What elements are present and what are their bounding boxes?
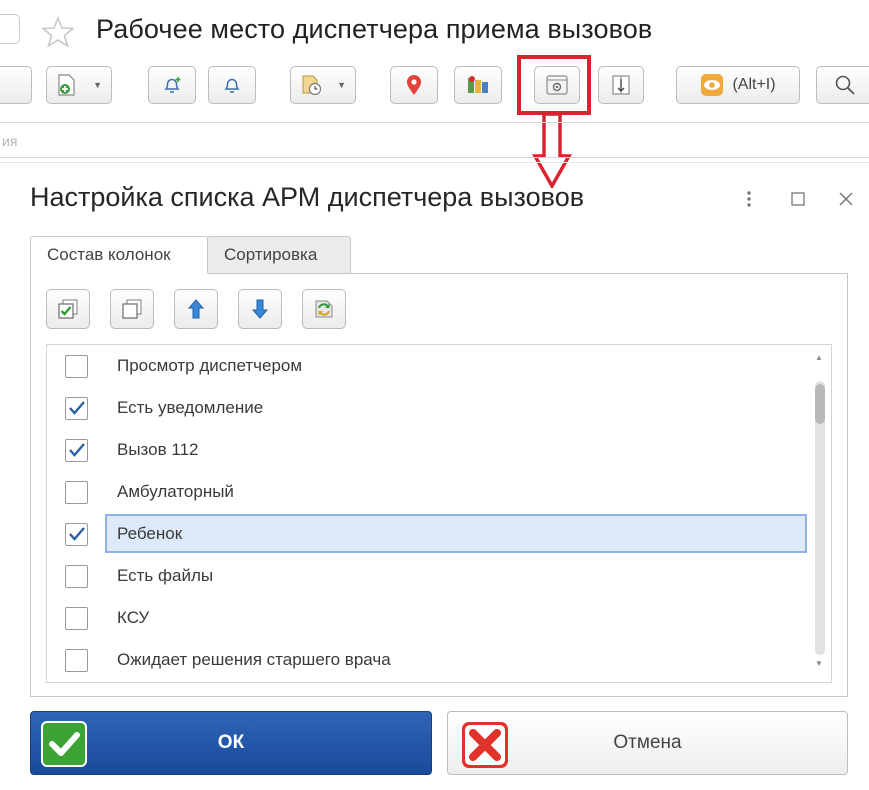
- check-all-icon: [58, 299, 78, 319]
- form-divider: [0, 157, 869, 158]
- document-plus-icon: [58, 74, 75, 96]
- checkbox[interactable]: [65, 481, 88, 504]
- bell-icon: [224, 78, 240, 93]
- column-resize-icon: [612, 75, 630, 95]
- map-pin-icon: [407, 75, 421, 95]
- bell-button[interactable]: [208, 66, 256, 104]
- favorite-star-icon[interactable]: [42, 16, 74, 48]
- checkbox[interactable]: [65, 523, 88, 546]
- form-divider-2: [0, 162, 869, 163]
- highlight-frame: [517, 55, 591, 115]
- dialog-title: Настройка списка АРМ диспетчера вызовов: [30, 182, 585, 212]
- list-item-label: Просмотр диспетчером: [117, 356, 303, 375]
- close-icon[interactable]: [834, 186, 858, 212]
- eye-icon: [701, 74, 724, 96]
- ok-button[interactable]: ОК: [30, 711, 432, 775]
- list-item[interactable]: Есть уведомление: [47, 387, 807, 429]
- bell-add-button[interactable]: [148, 66, 196, 104]
- toolbar-button-partial[interactable]: [0, 66, 32, 104]
- list-item-label: Ребенок: [117, 524, 183, 543]
- reset-defaults-button[interactable]: [302, 289, 346, 329]
- tab-sorting[interactable]: Сортировка: [207, 236, 351, 274]
- list-item-label: Амбулаторный: [117, 482, 234, 501]
- cancel-button[interactable]: Отмена: [447, 711, 848, 775]
- list-item[interactable]: Ожидает решения старшего врача: [47, 639, 807, 681]
- document-history-button[interactable]: ▼: [290, 66, 356, 104]
- checkmark-icon: [69, 401, 85, 415]
- list-item-label: Вызов 112: [117, 440, 199, 459]
- list-item[interactable]: Амбулаторный: [47, 471, 807, 513]
- search-icon: [835, 75, 855, 95]
- document-clock-icon: [302, 75, 322, 96]
- list-item-label: Есть файлы: [117, 566, 214, 585]
- maximize-icon[interactable]: [786, 186, 810, 212]
- scroll-up-icon[interactable]: ▲: [815, 353, 823, 362]
- checkbox[interactable]: [65, 649, 88, 672]
- checkbox[interactable]: [65, 355, 88, 378]
- tab-columns[interactable]: Состав колонок: [30, 236, 208, 274]
- checkbox[interactable]: [65, 397, 88, 420]
- annotation-arrow-icon: [532, 114, 572, 188]
- map-layers-button[interactable]: [454, 66, 502, 104]
- check-icon: [41, 721, 87, 767]
- columns-list: Просмотр диспетчером Есть уведомление Вы…: [46, 344, 832, 683]
- move-up-button[interactable]: [174, 289, 218, 329]
- scroll-down-icon[interactable]: ▼: [815, 659, 823, 668]
- app-title: Рабочее место диспетчера приема вызовов: [96, 14, 653, 44]
- checkbox[interactable]: [65, 607, 88, 630]
- reset-icon: [315, 300, 333, 318]
- hidden-field-label: ия: [2, 133, 18, 149]
- chevron-down-icon: ▼: [337, 80, 346, 90]
- uncheck-all-icon: [122, 299, 142, 319]
- search-button[interactable]: [816, 66, 869, 104]
- map-pin-button[interactable]: [390, 66, 438, 104]
- checkbox[interactable]: [65, 565, 88, 588]
- bell-plus-icon: [164, 77, 181, 93]
- scrollbar[interactable]: ▲ ▼: [812, 351, 826, 676]
- list-item[interactable]: КСУ: [47, 597, 807, 639]
- list-item-label: Ожидает решения старшего врача: [117, 650, 391, 669]
- list-item-label: КСУ: [117, 608, 150, 627]
- arrow-up-icon: [187, 299, 205, 319]
- map-icon: [468, 76, 488, 93]
- arrow-down-icon: [251, 299, 269, 319]
- move-down-button[interactable]: [238, 289, 282, 329]
- list-item[interactable]: Просмотр диспетчером: [47, 345, 807, 387]
- checkmark-icon: [69, 527, 85, 541]
- check-all-button[interactable]: [46, 289, 90, 329]
- uncheck-all-button[interactable]: [110, 289, 154, 329]
- view-shortcut-label: (Alt+I): [732, 76, 776, 93]
- list-item-label: Есть уведомление: [117, 398, 264, 417]
- view-button[interactable]: (Alt+I): [676, 66, 800, 104]
- list-item[interactable]: Есть файлы: [47, 555, 807, 597]
- create-document-button[interactable]: ▼: [46, 66, 112, 104]
- column-resize-button[interactable]: [598, 66, 644, 104]
- cross-icon: [462, 722, 508, 768]
- cancel-button-label: Отмена: [613, 732, 682, 753]
- list-item[interactable]: Вызов 112: [47, 429, 807, 471]
- selection-highlight: [105, 514, 807, 553]
- ok-button-label: ОК: [217, 732, 245, 753]
- window-frame-edge: [0, 14, 20, 44]
- list-item-selected[interactable]: Ребенок: [47, 513, 807, 555]
- more-menu-icon[interactable]: [737, 186, 761, 212]
- toolbar-divider: [0, 122, 869, 123]
- checkbox[interactable]: [65, 439, 88, 462]
- checkmark-icon: [69, 443, 85, 457]
- chevron-down-icon: ▼: [93, 80, 102, 90]
- scroll-thumb[interactable]: [815, 384, 825, 424]
